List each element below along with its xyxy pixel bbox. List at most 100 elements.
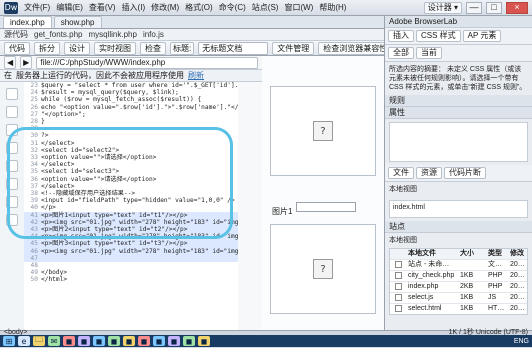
code-line: 37 </select>	[24, 183, 238, 190]
start-icon[interactable]: ⊞	[3, 336, 15, 346]
browser-compat-button[interactable]: 检查浏览器兼容性	[318, 41, 393, 55]
app-icon-2[interactable]: ◼	[78, 336, 90, 346]
code-line: 28}	[24, 118, 238, 125]
close-button[interactable]: ×	[506, 1, 528, 14]
app-icon-8[interactable]: ◼	[168, 336, 180, 346]
workspace-switcher[interactable]: 设计器 ▾	[423, 1, 462, 14]
gutter-tool-1-icon[interactable]	[6, 88, 18, 100]
line-number: 31	[30, 139, 38, 147]
menu-window[interactable]: 窗口(W)	[284, 2, 313, 13]
app-icon-4[interactable]: ◼	[108, 336, 120, 346]
design-view[interactable]: ? 图片1 ?	[262, 56, 385, 330]
tab-insert[interactable]: 插入	[388, 30, 414, 42]
address-input[interactable]: file:///C:/phpStudy/WWW/index.php	[36, 56, 258, 69]
tab-index[interactable]: index.php	[3, 16, 52, 28]
code-line: 38 <!--隐藏域保存用户选择结果-->	[24, 190, 238, 197]
menu-site[interactable]: 站点(S)	[252, 2, 279, 13]
row-checkbox[interactable]	[390, 271, 406, 281]
live-view-button[interactable]: 实时视图	[94, 41, 136, 55]
design-view-button[interactable]: 设计	[64, 41, 90, 55]
tab-css[interactable]: CSS 样式	[416, 30, 461, 42]
menu-insert[interactable]: 插入(I)	[122, 2, 146, 13]
gutter-tool-2-icon[interactable]	[6, 106, 18, 118]
menu-modify[interactable]: 修改(M)	[151, 2, 179, 13]
code-text: </select>	[41, 161, 75, 169]
code-line: 49 </body>	[24, 269, 238, 276]
table-row[interactable]: index.php 2KB PHP 2013/…	[390, 281, 530, 292]
tab-current[interactable]: 当前	[416, 47, 442, 59]
tab-show[interactable]: show.php	[53, 16, 102, 28]
app-icon-1[interactable]: ◼	[63, 336, 75, 346]
row-checkbox[interactable]	[390, 293, 406, 303]
design-text-input[interactable]	[296, 202, 356, 212]
tab-assets[interactable]: 资源	[416, 167, 442, 179]
gutter-tool-4-icon[interactable]	[6, 142, 18, 154]
menu-commands[interactable]: 命令(C)	[219, 2, 246, 13]
gutter-tool-3-icon[interactable]	[6, 124, 18, 136]
info-bar: 在 服务器上运行的代码，因此不会被应用程序使用 刷新	[0, 70, 262, 82]
app-icon-10[interactable]: ◼	[198, 336, 210, 346]
row-size: 1KB	[460, 305, 474, 312]
code-view-button[interactable]: 代码	[4, 41, 30, 55]
tab-snippets[interactable]: 代码片断	[444, 167, 486, 179]
related-file-2[interactable]: mysqllink.php	[88, 30, 136, 39]
related-file-3[interactable]: info.js	[143, 30, 164, 39]
image-placeholder-icon: ?	[313, 259, 333, 279]
table-header-col-2: 大小	[460, 250, 474, 257]
menu-view[interactable]: 查看(V)	[89, 2, 116, 13]
table-row[interactable]: select.html 1KB HTML 2013/…	[390, 303, 530, 314]
editor-gutter	[0, 82, 25, 330]
code-text: <option value="">请选择</option>	[41, 154, 157, 162]
gutter-tool-5-icon[interactable]	[6, 160, 18, 172]
tab-all[interactable]: 全部	[388, 47, 414, 59]
app-icon-5[interactable]: ◼	[123, 336, 135, 346]
split-view-button[interactable]: 拆分	[34, 41, 60, 55]
table-header-col-1: 本地文件	[408, 250, 436, 257]
maximize-button[interactable]: □	[486, 1, 502, 14]
files-item[interactable]: index.html	[393, 204, 425, 211]
table-row[interactable]: 站点 - 未命名站点 3 文件夹 2013/…	[390, 259, 530, 270]
mail-icon[interactable]: ✉	[48, 336, 60, 346]
file-management-button[interactable]: 文件管理	[272, 41, 315, 55]
menu-help[interactable]: 帮助(H)	[319, 2, 346, 13]
code-text: </html>	[41, 276, 68, 284]
line-number: 43	[30, 226, 38, 234]
files-box[interactable]: index.html	[389, 200, 528, 218]
minimize-button[interactable]: —	[466, 1, 482, 14]
gutter-tool-8-icon[interactable]	[6, 214, 18, 226]
table-header: 本地文件 大小 类型 修改	[390, 249, 527, 259]
related-file-1[interactable]: get_fonts.php	[34, 30, 82, 39]
language-indicator[interactable]: ENG	[514, 338, 529, 345]
related-file-0[interactable]: 源代码	[4, 29, 28, 40]
inspect-button[interactable]: 检查	[140, 41, 166, 55]
taskbar: ⊞ e 🗀 ✉ ◼ ◼ ◼ ◼ ◼ ◼ ◼ ◼ ◼ ◼ ENG	[0, 335, 532, 347]
code-line: 33 <option value="">请选择</option>	[24, 154, 238, 161]
app-icon-9[interactable]: ◼	[183, 336, 195, 346]
back-button[interactable]: ◀	[4, 56, 17, 69]
tab-files[interactable]: 文件	[388, 167, 414, 179]
row-checkbox[interactable]	[390, 260, 406, 270]
split-divider[interactable]	[238, 82, 263, 330]
menu-edit[interactable]: 编辑(E)	[56, 2, 83, 13]
gutter-tool-7-icon[interactable]	[6, 196, 18, 208]
browser-icon[interactable]: e	[18, 336, 30, 346]
title-input[interactable]: 无标题文档	[198, 41, 269, 55]
table-row[interactable]: city_check.php 1KB PHP 2013/…	[390, 270, 530, 281]
row-checkbox[interactable]	[390, 304, 406, 314]
refresh-link[interactable]: 刷新	[188, 70, 204, 81]
folder-icon[interactable]: 🗀	[33, 335, 45, 346]
app-icon-3[interactable]: ◼	[93, 336, 105, 346]
app-icon-6[interactable]: ◼	[138, 336, 150, 346]
row-checkbox[interactable]	[390, 282, 406, 292]
code-line: 31 </select>	[24, 140, 238, 147]
gutter-tool-6-icon[interactable]	[6, 178, 18, 190]
tab-ap[interactable]: AP 元素	[462, 30, 502, 42]
code-text: <p>图片1<input type="text" id="t1"/></p>	[41, 211, 188, 219]
forward-button[interactable]: ▶	[20, 56, 33, 69]
menu-file[interactable]: 文件(F)	[24, 2, 50, 13]
code-editor[interactable]: 23 $query = "select * from user where id=…	[24, 82, 239, 330]
menu-format[interactable]: 格式(O)	[185, 2, 213, 13]
line-number: 38	[30, 190, 38, 198]
table-row[interactable]: select.js 1KB JS 2013/…	[390, 292, 530, 303]
app-icon-7[interactable]: ◼	[153, 336, 165, 346]
